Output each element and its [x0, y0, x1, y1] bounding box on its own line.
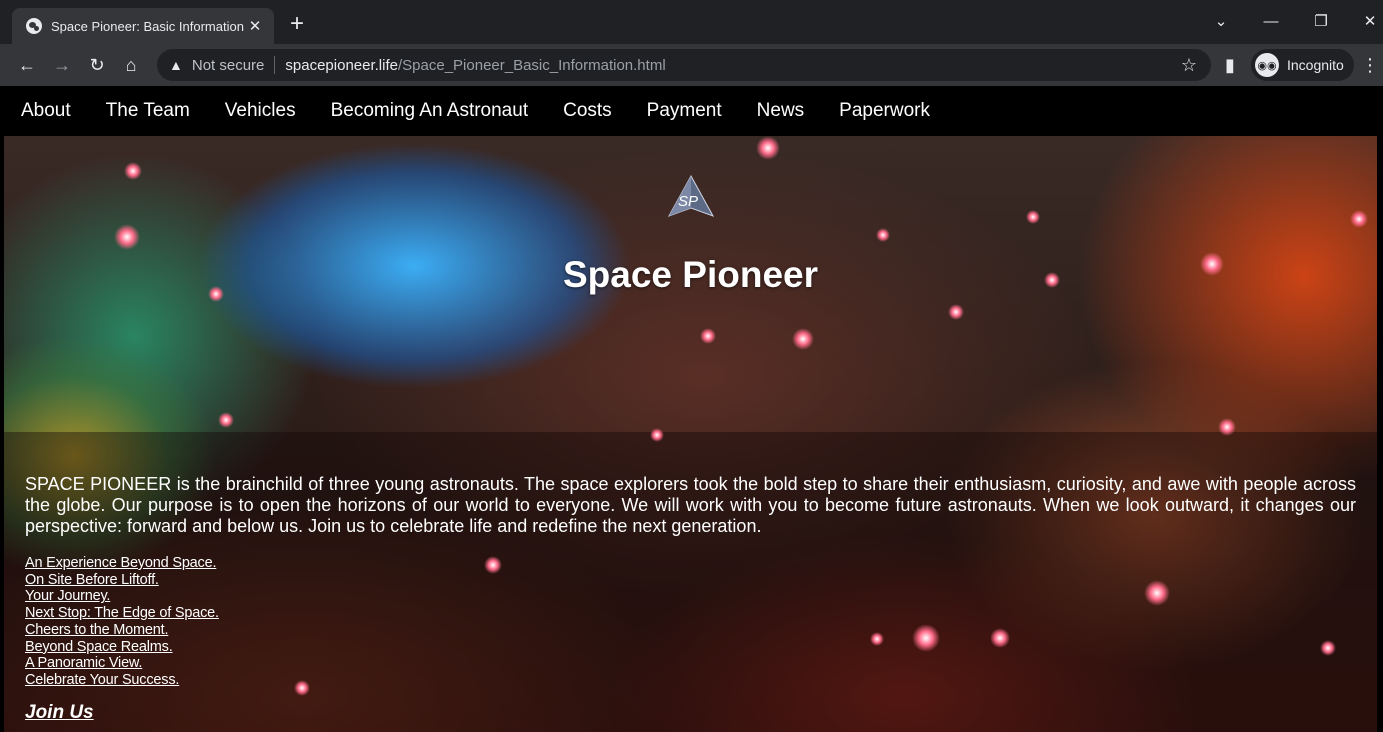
star-decoration — [218, 412, 234, 428]
star-decoration — [114, 224, 140, 250]
star-decoration — [1320, 640, 1336, 656]
star-decoration — [948, 304, 964, 320]
restore-icon[interactable]: ❐ — [1311, 12, 1331, 32]
omnibox-divider — [274, 56, 276, 74]
url-host: spacepioneer.life — [285, 56, 398, 74]
star-decoration — [792, 328, 814, 350]
close-tab-icon[interactable]: ✕ — [246, 17, 264, 35]
browser-menu-icon[interactable]: ⋮ — [1360, 53, 1380, 77]
side-panel-icon[interactable]: ▮ — [1217, 53, 1243, 77]
star-decoration — [990, 628, 1010, 648]
star-decoration — [756, 136, 780, 160]
tab-search-icon[interactable]: ⌄ — [1211, 12, 1231, 32]
star-decoration — [1026, 210, 1040, 224]
intro-paragraph: SPACE PIONEER is the brainchild of three… — [25, 474, 1356, 536]
warning-icon[interactable]: ▲ — [169, 57, 183, 73]
tab-title: Space Pioneer: Basic Information — [51, 18, 244, 34]
star-decoration — [1144, 580, 1170, 606]
incognito-icon: ◉◉ — [1255, 53, 1279, 77]
logo-text: SP — [678, 193, 699, 210]
close-window-icon[interactable]: ✕ — [1360, 12, 1380, 32]
nav-payment[interactable]: Payment — [647, 100, 722, 122]
home-icon[interactable]: ⌂ — [118, 53, 144, 77]
star-decoration — [870, 632, 884, 646]
experience-link-list: An Experience Beyond Space. On Site Befo… — [25, 555, 219, 689]
link-celebrate-your-success[interactable]: Celebrate Your Success. — [25, 672, 219, 689]
nav-about[interactable]: About — [21, 100, 71, 122]
site-title: Space Pioneer — [562, 254, 818, 295]
star-decoration — [124, 162, 142, 180]
nav-vehicles[interactable]: Vehicles — [225, 100, 296, 122]
forward-icon[interactable]: → — [49, 53, 75, 77]
link-experience-beyond-space[interactable]: An Experience Beyond Space. — [25, 555, 219, 572]
site-nav: About The Team Vehicles Becoming An Astr… — [0, 86, 1383, 136]
link-your-journey[interactable]: Your Journey. — [25, 588, 219, 605]
star-decoration — [294, 680, 310, 696]
tab-strip: Space Pioneer: Basic Information ✕ + ⌄ —… — [0, 0, 1383, 44]
back-icon[interactable]: ← — [14, 53, 40, 77]
star-decoration — [650, 428, 664, 442]
security-label[interactable]: Not secure — [192, 57, 265, 74]
nav-the-team[interactable]: The Team — [106, 100, 190, 122]
page-content: SP Space Pioneer SPACE PIONEER is the br… — [4, 136, 1377, 732]
star-decoration — [1350, 210, 1368, 228]
url-path: /Space_Pioneer_Basic_Information.html — [398, 56, 666, 74]
nav-paperwork[interactable]: Paperwork — [839, 100, 930, 122]
link-on-site-before-liftoff[interactable]: On Site Before Liftoff. — [25, 572, 219, 589]
nav-news[interactable]: News — [757, 100, 805, 122]
browser-toolbar: ← → ↻ ⌂ ▲ Not secure spacepioneer.life/S… — [0, 44, 1383, 86]
address-bar[interactable]: ▲ Not secure spacepioneer.life/Space_Pio… — [157, 49, 1211, 81]
join-us-link[interactable]: Join Us — [25, 702, 94, 724]
link-beyond-space-realms[interactable]: Beyond Space Realms. — [25, 639, 219, 656]
link-cheers-to-the-moment[interactable]: Cheers to the Moment. — [25, 622, 219, 639]
minimize-icon[interactable]: — — [1261, 12, 1281, 32]
browser-tab-active[interactable]: Space Pioneer: Basic Information ✕ — [12, 8, 274, 44]
reload-icon[interactable]: ↻ — [84, 53, 110, 77]
star-decoration — [912, 624, 940, 652]
star-decoration — [700, 328, 716, 344]
globe-icon — [26, 18, 42, 34]
link-panoramic-view[interactable]: A Panoramic View. — [25, 655, 219, 672]
nav-becoming-an-astronaut[interactable]: Becoming An Astronaut — [331, 100, 529, 122]
link-next-stop-edge-of-space[interactable]: Next Stop: The Edge of Space. — [25, 605, 219, 622]
new-tab-button[interactable]: + — [285, 12, 309, 37]
incognito-profile[interactable]: ◉◉ Incognito — [1251, 49, 1354, 81]
bookmark-star-icon[interactable]: ☆ — [1181, 55, 1197, 76]
star-decoration — [1218, 418, 1236, 436]
incognito-label: Incognito — [1287, 57, 1344, 73]
star-decoration — [876, 228, 890, 242]
nav-costs[interactable]: Costs — [563, 100, 612, 122]
star-decoration — [484, 556, 502, 574]
